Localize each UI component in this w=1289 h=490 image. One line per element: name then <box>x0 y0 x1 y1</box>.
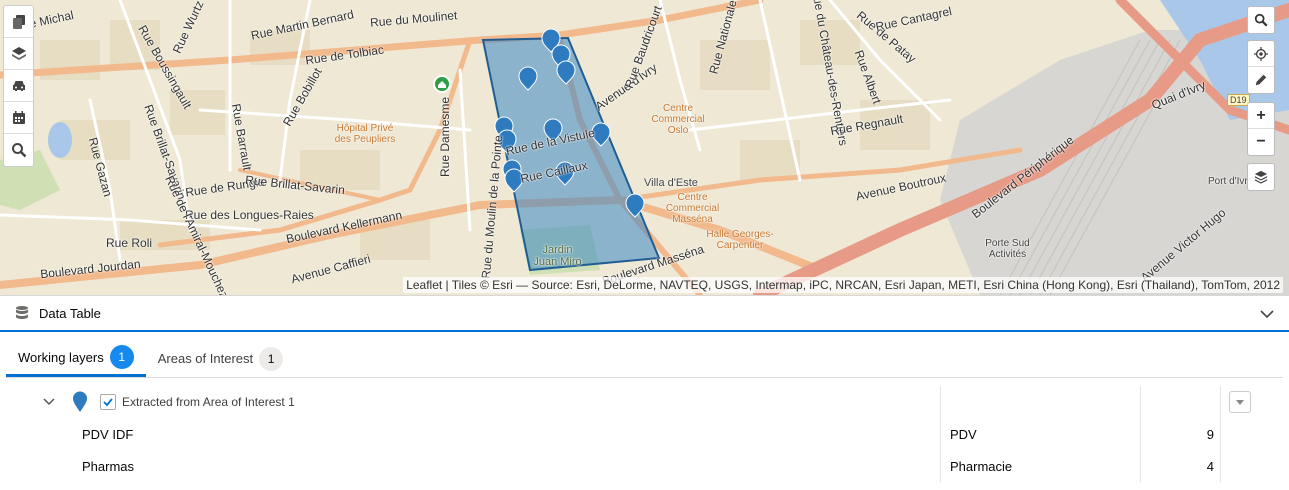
map-attribution[interactable]: Leaflet | Tiles © Esri — Source: Esri, D… <box>403 277 1283 293</box>
checkmark-icon <box>103 398 113 407</box>
search-icon <box>11 143 26 158</box>
basemap-button[interactable] <box>1248 164 1274 190</box>
map-left-toolbar <box>3 5 34 167</box>
locate-button[interactable] <box>1248 41 1274 67</box>
tab-working-layers[interactable]: Working layers 1 <box>6 340 146 377</box>
map-label: Rue Damesme <box>438 96 453 178</box>
layer-name: Pharmas <box>82 458 135 474</box>
plus-icon: + <box>1256 106 1266 124</box>
layers-icon <box>11 46 26 60</box>
table-row[interactable]: Pharmas Pharmacie 4 <box>14 450 1274 482</box>
caret-down-icon <box>1236 400 1244 405</box>
panel-header[interactable]: Data Table <box>0 296 1289 332</box>
schedule-button[interactable] <box>4 102 33 134</box>
map-label: Rue des Longues-Raies <box>185 208 314 222</box>
layers-icon <box>1254 170 1268 184</box>
row-menu-button[interactable] <box>1229 391 1251 413</box>
map-search-button[interactable] <box>1248 7 1274 33</box>
layer-type: PDV <box>950 426 977 442</box>
layers-stack-button[interactable] <box>4 6 33 38</box>
minus-icon: − <box>1256 133 1266 150</box>
chevron-down-icon[interactable] <box>42 395 56 409</box>
tab-label: Working layers <box>18 349 104 365</box>
group-label: Extracted from Area of Interest 1 <box>122 395 295 409</box>
map-label: Rue Roli <box>106 236 153 250</box>
tab-label: Areas of Interest <box>157 351 254 366</box>
map-label: Jardin Juan Miro <box>533 244 582 268</box>
layer-count: 4 <box>1206 458 1214 474</box>
copy-icon <box>12 14 25 29</box>
car-icon <box>12 80 25 91</box>
layer-count: 9 <box>1206 426 1214 442</box>
panel-title: Data Table <box>39 305 101 321</box>
search-tool-button[interactable] <box>4 134 33 166</box>
calendar-icon <box>12 110 25 124</box>
basemap-control <box>1247 163 1275 191</box>
tab-count-badge: 1 <box>259 346 284 371</box>
search-icon <box>1254 13 1268 27</box>
app-root: Rue Michal Rue Martin Bernard Rue du Mou… <box>0 0 1289 490</box>
map-label: Port d'Ivry <box>1208 176 1253 187</box>
map-label: Centre Commercial Masséna <box>665 192 720 225</box>
table-group-row: Extracted from Area of Interest 1 <box>14 386 1274 418</box>
layer-checkbox[interactable] <box>100 394 116 410</box>
table-row[interactable]: PDV IDF PDV 9 <box>14 418 1274 450</box>
chevron-down-icon[interactable] <box>1259 306 1275 322</box>
tab-areas-of-interest[interactable]: Areas of Interest 1 <box>146 340 295 377</box>
panel-tabs: Working layers 1 Areas of Interest 1 <box>6 340 1283 378</box>
route-button[interactable] <box>4 70 33 102</box>
draw-button[interactable] <box>1248 67 1274 93</box>
map-label: Porte Sud Activités <box>985 238 1030 260</box>
map-label: Centre Commercial Oslo <box>651 103 705 136</box>
zoom-control: + − <box>1247 102 1275 156</box>
map-search-control <box>1247 6 1275 34</box>
layer-name: PDV IDF <box>82 426 134 442</box>
layers-table: Extracted from Area of Interest 1 PDV ID… <box>14 386 1274 482</box>
database-icon <box>16 306 28 319</box>
map-view[interactable]: Rue Michal Rue Martin Bernard Rue du Mou… <box>0 0 1289 295</box>
pin-icon <box>72 386 88 418</box>
crosshair-icon <box>1254 46 1268 61</box>
tab-count-badge: 1 <box>109 345 134 369</box>
map-label: Hôpital Privé des Peupliers <box>334 123 396 145</box>
zoom-out-button[interactable]: − <box>1248 129 1274 155</box>
layers-button[interactable] <box>4 38 33 70</box>
map-tools-control <box>1247 40 1275 94</box>
map-label: Villa d'Este <box>644 177 698 189</box>
map-label: Halle Georges-Carpentier <box>706 229 774 251</box>
zoom-in-button[interactable]: + <box>1248 103 1274 129</box>
pencil-icon <box>1255 74 1267 86</box>
data-table-panel: Data Table Working layers 1 Areas of Int… <box>0 295 1289 490</box>
layer-type: Pharmacie <box>950 458 1013 474</box>
